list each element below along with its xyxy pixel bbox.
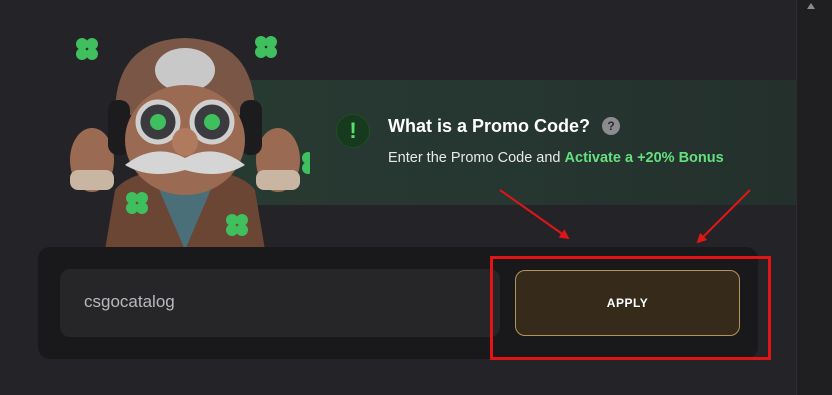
annotation-arrow <box>696 189 751 244</box>
promo-code-screen: ! What is a Promo Code? ? Enter the Prom… <box>0 0 832 395</box>
annotation-arrows <box>499 189 751 244</box>
annotation-arrow <box>499 189 570 240</box>
